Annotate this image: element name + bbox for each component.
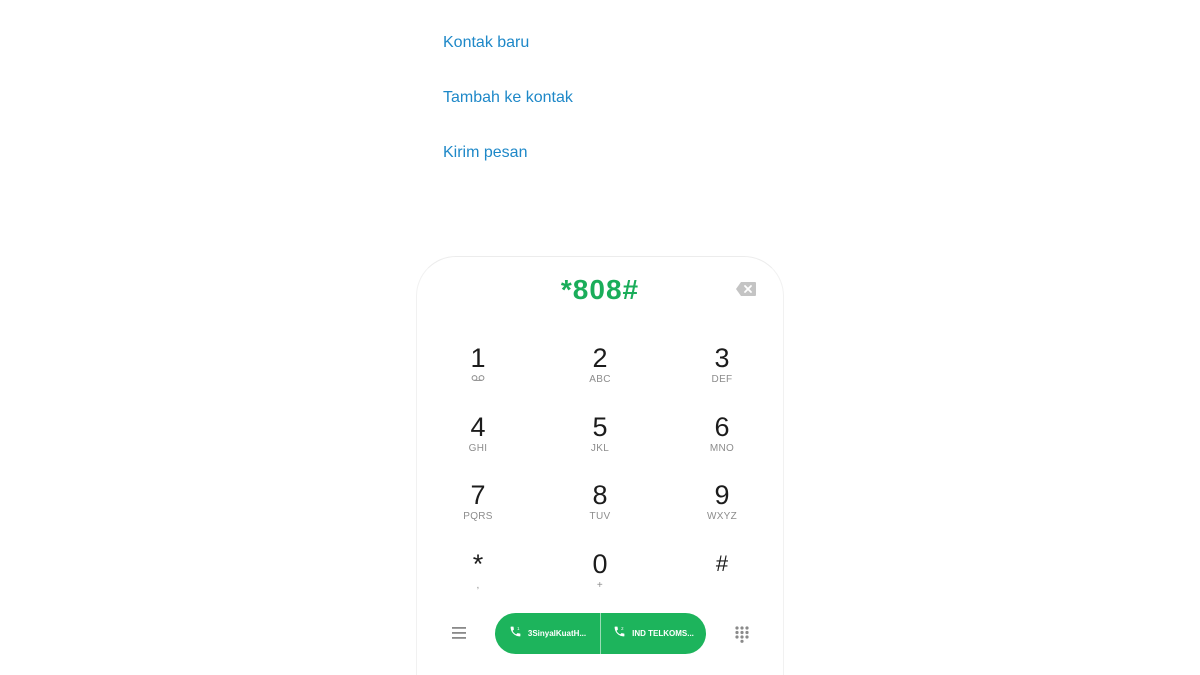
key-digit: 4 [470,412,486,442]
dialer-screen: Kontak baru Tambah ke kontak Kirim pesan… [0,0,1200,675]
key-1[interactable]: 1 [433,343,523,401]
key-letters: ABC [589,374,611,385]
key-digit: * [472,549,484,579]
sim2-label: IND TELKOMS... [632,629,694,638]
call-button-group: 1 3SinyalKuatH... 2 IND TELKOMS... [495,613,706,654]
voicemail-icon [433,373,523,387]
key-digit: 9 [714,480,730,510]
key-digit: 8 [592,480,608,510]
key-digit: 0 [592,549,608,579]
key-9[interactable]: 9 WXYZ [677,480,767,538]
sim1-label: 3SinyalKuatH... [527,629,587,638]
dialed-number[interactable]: *808# [417,271,783,309]
key-6[interactable]: 6 MNO [677,412,767,470]
key-letters: PQRS [463,511,493,522]
key-4[interactable]: 4 GHI [433,412,523,470]
key-star[interactable]: * , [433,549,523,607]
new-contact-link[interactable]: Kontak baru [443,28,573,58]
phone-sim1-icon: 1 [509,625,522,643]
dialer-actions: Kontak baru Tambah ke kontak Kirim pesan [443,28,573,193]
key-2[interactable]: 2 ABC [555,343,645,401]
key-digit: 2 [592,343,608,373]
svg-text:1: 1 [517,625,520,630]
add-to-contact-link[interactable]: Tambah ke kontak [443,83,573,113]
key-letters: MNO [709,443,735,454]
key-digit: 5 [592,412,608,442]
key-3[interactable]: 3 DEF [677,343,767,401]
key-letters: WXYZ [706,511,738,522]
send-message-link[interactable]: Kirim pesan [443,138,573,168]
key-0[interactable]: 0 + [555,549,645,607]
key-8[interactable]: 8 TUV [555,480,645,538]
dialpad-icon[interactable] [734,625,750,643]
key-digit: 1 [470,343,486,373]
key-letters: JKL [590,443,610,454]
key-7[interactable]: 7 PQRS [433,480,523,538]
key-hash[interactable]: # [677,549,767,607]
key-digit: 7 [470,480,486,510]
key-digit: # [715,551,729,576]
backspace-icon[interactable] [735,281,757,297]
key-letters: DEF [711,374,733,385]
dialer-bottom-bar: 1 3SinyalKuatH... 2 IND TELKOMS... [416,612,784,656]
phone-sim2-icon: 2 [613,625,626,643]
key-letters: , [476,580,480,591]
key-5[interactable]: 5 JKL [555,412,645,470]
key-letters: GHI [468,443,488,454]
menu-icon[interactable] [450,625,468,641]
key-digit: 6 [714,412,730,442]
key-letters: TUV [589,511,611,522]
call-sim2-button[interactable]: 2 IND TELKOMS... [601,613,706,654]
call-sim1-button[interactable]: 1 3SinyalKuatH... [495,613,600,654]
key-digit: 3 [714,343,730,373]
key-letters [677,579,767,593]
key-letters: + [596,580,604,591]
svg-text:2: 2 [621,625,624,630]
